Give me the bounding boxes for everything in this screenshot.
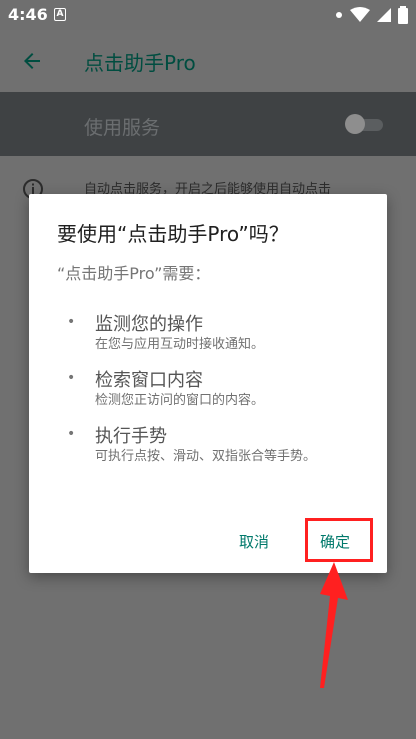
bullet-icon: •: [67, 314, 76, 330]
cell-signal-icon: [377, 8, 391, 22]
status-icons: [334, 6, 408, 24]
app-bar: 点击助手Pro: [0, 30, 416, 92]
wifi-icon: [350, 7, 370, 22]
toggle-thumb: [345, 114, 365, 134]
signal-dot-icon: [336, 12, 342, 18]
permission-description: 可执行点按、滑动、双指张合等手势。: [95, 449, 317, 464]
status-bar: 4:46 A: [0, 0, 416, 30]
dialog-title: 要使用“点击助手Pro”吗？: [57, 222, 289, 246]
permission-description: 检测您正访问的窗口的内容。: [95, 393, 265, 408]
red-arrow-icon: [320, 562, 348, 688]
arrow-left-icon[interactable]: [20, 49, 44, 73]
permission-title: 执行手势: [95, 426, 167, 447]
cancel-button[interactable]: 取消: [239, 531, 269, 552]
use-service-label: 使用服务: [84, 117, 161, 139]
page-title: 点击助手Pro: [84, 51, 196, 75]
permission-title: 检索窗口内容: [95, 370, 203, 391]
service-toggle[interactable]: [345, 114, 387, 134]
bullet-icon: •: [67, 426, 76, 442]
permission-title: 监测您的操作: [95, 314, 203, 335]
use-service-row[interactable]: 使用服务: [0, 92, 416, 156]
permission-dialog: 要使用“点击助手Pro”吗？ “点击助手Pro”需要： • 监测您的操作 在您与…: [29, 194, 387, 573]
highlight-box: [305, 518, 373, 562]
bullet-icon: •: [67, 370, 76, 386]
notification-badge-icon: A: [54, 8, 66, 21]
permission-description: 在您与应用互动时接收通知。: [95, 337, 265, 352]
battery-icon: [398, 6, 408, 24]
dialog-subtitle: “点击助手Pro”需要：: [57, 264, 211, 283]
status-time: 4:46: [8, 5, 48, 24]
